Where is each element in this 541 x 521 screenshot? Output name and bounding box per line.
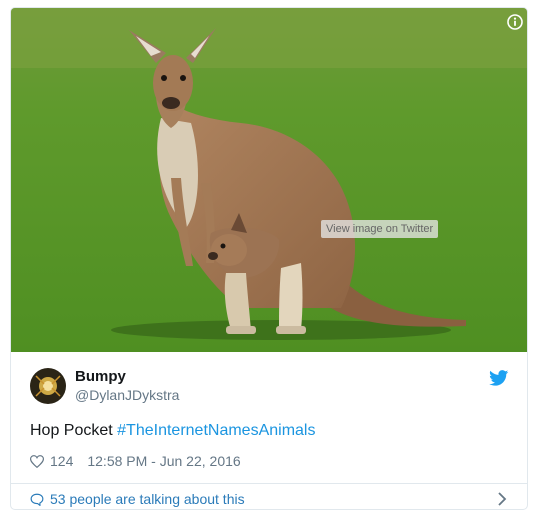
tweet-timestamp[interactable]: 12:58 PM - Jun 22, 2016 [87,453,240,469]
tweet-text-plain: Hop Pocket [30,422,118,439]
twitter-bird-icon[interactable] [489,370,509,386]
talking-about-label: 53 people are talking about this [50,491,245,507]
tweet-media[interactable]: View image on Twitter [11,8,528,352]
kangaroo-photo[interactable] [11,8,528,352]
heart-icon[interactable] [30,454,44,468]
tweet-text: Hop Pocket #TheInternetNamesAnimals [30,422,315,440]
talking-about-link[interactable]: 53 people are talking about this [30,491,245,507]
comment-bubble-icon [30,493,44,506]
hashtag-link[interactable]: #TheInternetNamesAnimals [117,422,315,439]
author-name[interactable]: Bumpy [75,368,126,385]
divider [11,483,527,484]
tweet-meta: 124 12:58 PM - Jun 22, 2016 [30,453,241,469]
info-icon[interactable] [507,14,523,30]
view-image-on-twitter-button[interactable]: View image on Twitter [321,220,439,238]
avatar[interactable] [30,368,66,404]
chevron-right-icon[interactable] [497,492,507,506]
like-count[interactable]: 124 [50,453,73,469]
avatar-image [30,368,66,404]
embedded-tweet-card: View image on Twitter Bumpy @DylanJDykst… [10,7,528,510]
author-handle[interactable]: @DylanJDykstra [75,387,179,403]
